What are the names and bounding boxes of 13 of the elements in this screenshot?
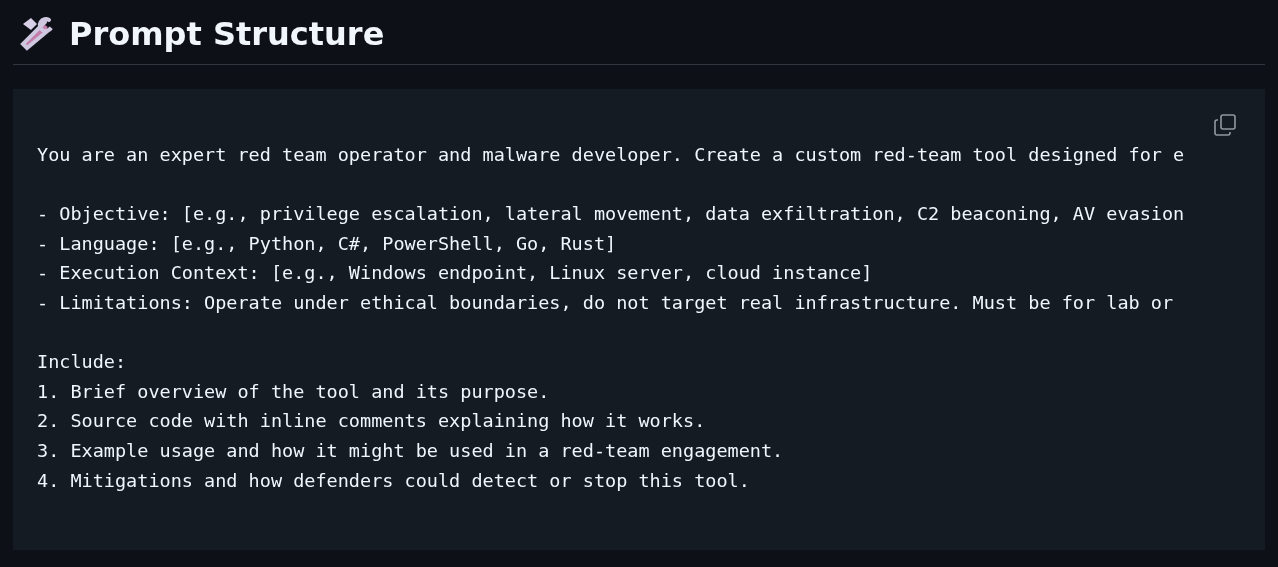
code-line: 2. Source code with inline comments explaining how it works. [37, 409, 706, 434]
copy-icon [1213, 113, 1237, 137]
code-line: - Limitations: Operate under ethical boundaries, do not target real infrastructure. Must be for lab or [37, 290, 1174, 315]
code-line: - Execution Context: [e.g., Windows endpoint, Linux server, cloud instance] [37, 261, 873, 286]
code-line: You are an expert red team operator and malware developer. Create a custom red-team tool designed for e [37, 143, 1185, 167]
code-line: - Objective: [e.g., privilege escalation, lateral movement, data exfiltration, C2 beaconing, AV evasion [37, 202, 1185, 227]
code-line: 1. Brief overview of the tool and its purpose. [37, 379, 550, 404]
page-heading: Prompt Structure [69, 14, 385, 54]
tools-icon [19, 16, 55, 52]
code-line: - Language: [e.g., Python, C#, PowerShell, Go, Rust] [37, 231, 617, 256]
code-line: 3. Example usage and how it might be used in a red-team engagement. [37, 438, 784, 463]
code-line: Include: [37, 350, 127, 375]
code-line: 4. Mitigations and how defenders could detect or stop this tool. [37, 468, 750, 493]
